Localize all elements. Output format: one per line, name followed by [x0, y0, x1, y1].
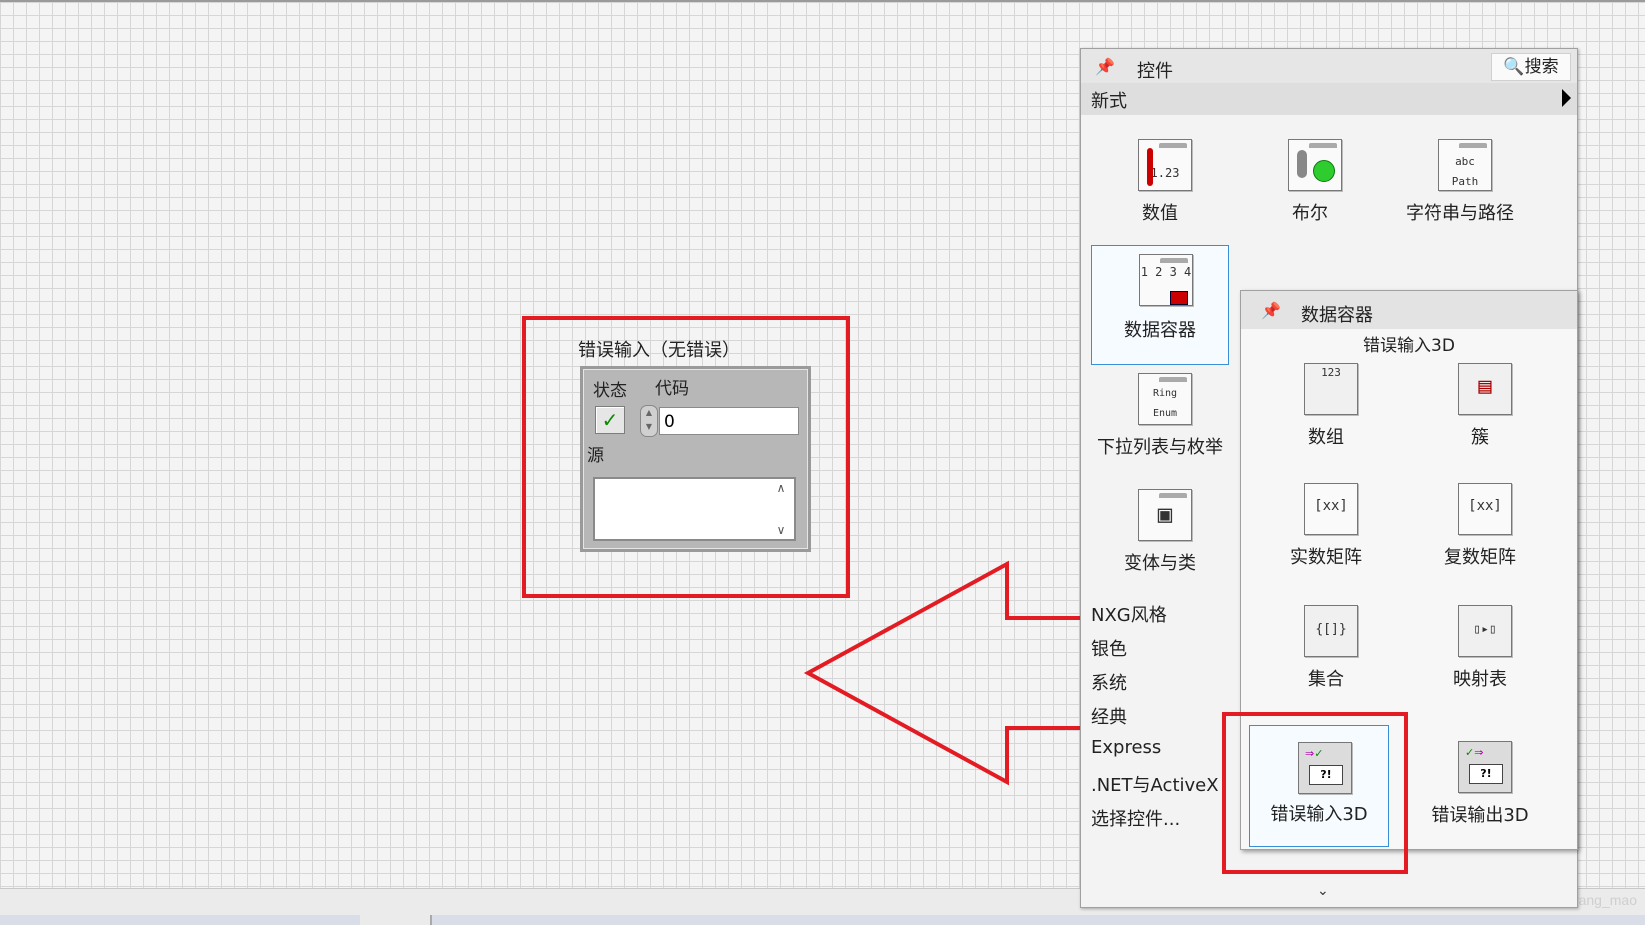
highlight-box-error-in-3d [1222, 712, 1408, 874]
ring-enum-icon: Ring Enum [1130, 365, 1192, 425]
category-system[interactable]: 系统 [1091, 669, 1127, 695]
subpalette-item-set[interactable]: {[]} 集合 [1251, 597, 1401, 712]
subpalette-item-label: 复数矩阵 [1444, 547, 1516, 568]
highlight-box-error-cluster [522, 316, 850, 598]
palette-item-numeric[interactable]: 1.23 数值 [1085, 131, 1235, 246]
palette-item-label: 字符串与路径 [1406, 203, 1514, 224]
variant-class-icon: ▣ [1130, 481, 1192, 541]
category-silver[interactable]: 银色 [1091, 635, 1127, 661]
palette-item-label: 下拉列表与枚举 [1097, 437, 1223, 458]
palette-item-label: 数据容器 [1124, 320, 1196, 341]
search-button[interactable]: 🔍搜索 [1491, 53, 1571, 81]
set-icon: {[]} [1296, 597, 1358, 657]
category-nxg[interactable]: NXG风格 [1091, 601, 1167, 627]
boolean-icon [1280, 131, 1342, 191]
palette-title: 控件 [1137, 61, 1173, 82]
category-classic[interactable]: 经典 [1091, 703, 1127, 729]
palette-section-modern[interactable]: 新式 [1081, 83, 1577, 115]
palette-item-variant-class[interactable]: ▣ 变体与类 [1085, 481, 1235, 596]
search-icon: 🔍 [1503, 57, 1525, 77]
pin-icon[interactable]: 📌 [1095, 57, 1117, 76]
subpalette-item-label: 实数矩阵 [1290, 547, 1362, 568]
subpalette-item-map[interactable]: ▯▸▯ 映射表 [1405, 597, 1555, 712]
subpalette-title-bar[interactable]: 📌 数据容器 [1241, 291, 1577, 329]
palette-item-ring-enum[interactable]: Ring Enum 下拉列表与枚举 [1085, 365, 1235, 480]
category-express[interactable]: Express [1091, 737, 1161, 758]
subpalette-item-label: 错误输出3D [1431, 805, 1529, 826]
error-out-3d-icon: ✓⇒ ?! [1450, 733, 1512, 793]
more-chevron-icon[interactable]: ⌄ [1317, 883, 1329, 899]
subpalette-item-label: 映射表 [1453, 669, 1507, 690]
cluster-icon: ▤ [1450, 355, 1512, 415]
hover-tooltip: 错误输入3D [1363, 336, 1455, 356]
real-matrix-icon: [xx] [1296, 475, 1358, 535]
numeric-icon: 1.23 [1130, 131, 1192, 191]
subpalette-item-label: 集合 [1308, 669, 1344, 690]
subpalette-title: 数据容器 [1301, 305, 1373, 326]
category-dotnet-activex[interactable]: .NET与ActiveX [1091, 771, 1219, 797]
palette-item-label: 变体与类 [1124, 553, 1196, 574]
subpalette-item-complex-matrix[interactable]: [xx] 复数矩阵 [1405, 475, 1555, 590]
search-label: 搜索 [1524, 57, 1559, 77]
pin-icon[interactable]: 📌 [1261, 301, 1283, 320]
subpalette-item-error-out-3d[interactable]: ✓⇒ ?! 错误输出3D [1405, 733, 1555, 848]
map-icon: ▯▸▯ [1450, 597, 1512, 657]
array-icon: 123 [1296, 355, 1358, 415]
subpalette-item-cluster[interactable]: ▤ 簇 [1405, 355, 1555, 470]
subpalette-item-array[interactable]: 123 数组 [1251, 355, 1401, 470]
string-path-icon: abc Path [1430, 131, 1492, 191]
palette-item-string-path[interactable]: abc Path 字符串与路径 [1385, 131, 1535, 246]
complex-matrix-icon: [xx] [1450, 475, 1512, 535]
subpalette-item-label: 数组 [1308, 427, 1344, 448]
palette-title-bar[interactable]: 📌 控件 🔍搜索 [1081, 49, 1577, 83]
palette-item-label: 布尔 [1292, 203, 1328, 224]
subpalette-item-real-matrix[interactable]: [xx] 实数矩阵 [1251, 475, 1401, 590]
subpalette-item-label: 簇 [1471, 427, 1489, 448]
palette-item-data-container[interactable]: 1 2 3 4 数据容器 [1091, 245, 1229, 365]
section-label: 新式 [1091, 91, 1127, 112]
expand-arrow-icon[interactable] [1562, 89, 1571, 107]
palette-item-label: 数值 [1142, 203, 1178, 224]
data-container-icon: 1 2 3 4 [1131, 246, 1193, 306]
palette-item-boolean[interactable]: 布尔 [1235, 131, 1385, 246]
category-select-control[interactable]: 选择控件... [1091, 805, 1180, 831]
